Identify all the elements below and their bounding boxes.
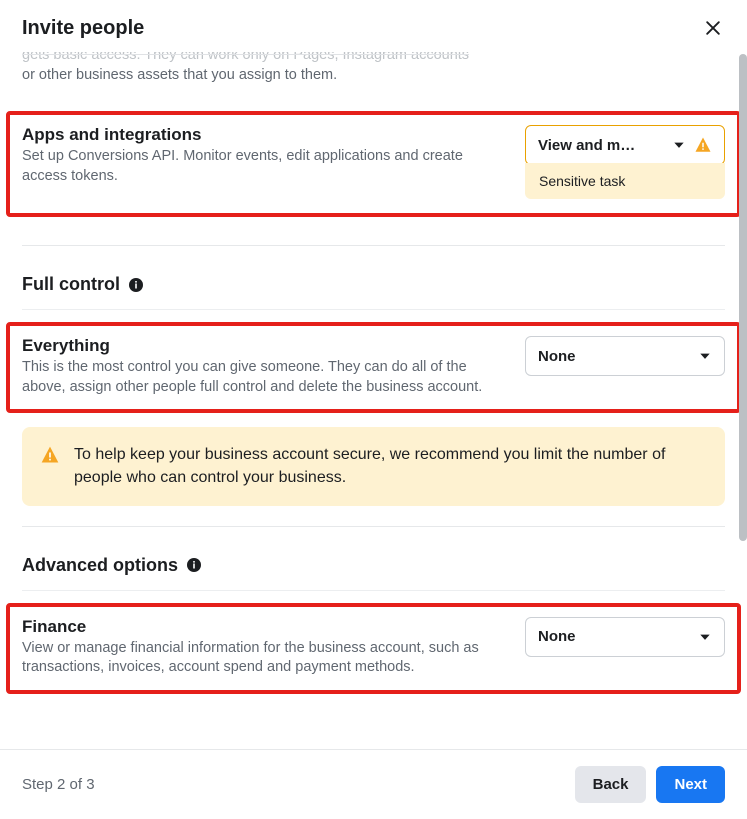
divider <box>22 526 725 527</box>
chevron-down-icon <box>698 630 712 644</box>
chevron-down-icon <box>672 138 686 152</box>
apps-integrations-title: Apps and integrations <box>22 125 509 145</box>
warning-icon <box>694 136 712 154</box>
modal-footer: Step 2 of 3 Back Next <box>0 749 747 819</box>
divider <box>22 245 725 246</box>
modal-title: Invite people <box>22 17 144 40</box>
finance-title: Finance <box>22 617 509 637</box>
warning-icon <box>40 445 60 465</box>
step-indicator: Step 2 of 3 <box>22 776 95 793</box>
finance-desc: View or manage financial information for… <box>22 639 509 678</box>
dropdown-value: View and m… <box>538 137 664 154</box>
finance-section: Finance View or manage financial informa… <box>6 603 741 694</box>
chevron-down-icon <box>698 349 712 363</box>
apps-integrations-section: Apps and integrations Set up Conversions… <box>6 111 741 217</box>
everything-desc: This is the most control you can give so… <box>22 358 509 397</box>
scrollbar-thumb[interactable] <box>739 54 747 541</box>
dropdown-value: None <box>538 628 690 645</box>
sensitive-task-badge: Sensitive task <box>525 163 725 199</box>
modal-header: Invite people <box>0 0 747 52</box>
everything-section: Everything This is the most control you … <box>6 322 741 413</box>
next-button[interactable]: Next <box>656 766 725 803</box>
back-button[interactable]: Back <box>575 766 647 803</box>
full-control-heading: Full control <box>22 274 725 295</box>
modal-body: gets basic access. They can work only on… <box>0 52 747 749</box>
security-warning-banner: To help keep your business account secur… <box>22 427 725 505</box>
apps-integrations-desc: Set up Conversions API. Monitor events, … <box>22 147 509 186</box>
apps-integrations-dropdown[interactable]: View and m… <box>525 125 725 165</box>
advanced-options-heading: Advanced options <box>22 555 725 576</box>
invite-people-modal: Invite people gets basic access. They ca… <box>0 0 747 819</box>
warning-text: To help keep your business account secur… <box>74 443 707 489</box>
divider <box>22 590 725 591</box>
dropdown-value: None <box>538 348 690 365</box>
close-button[interactable] <box>701 16 725 40</box>
info-icon[interactable] <box>128 277 144 293</box>
truncated-prev-text: gets basic access. They can work only on… <box>22 52 725 85</box>
info-icon[interactable] <box>186 557 202 573</box>
everything-title: Everything <box>22 336 509 356</box>
scrollbar[interactable] <box>739 54 747 749</box>
divider <box>22 309 725 310</box>
everything-dropdown[interactable]: None <box>525 336 725 376</box>
finance-dropdown[interactable]: None <box>525 617 725 657</box>
close-icon <box>703 18 723 38</box>
